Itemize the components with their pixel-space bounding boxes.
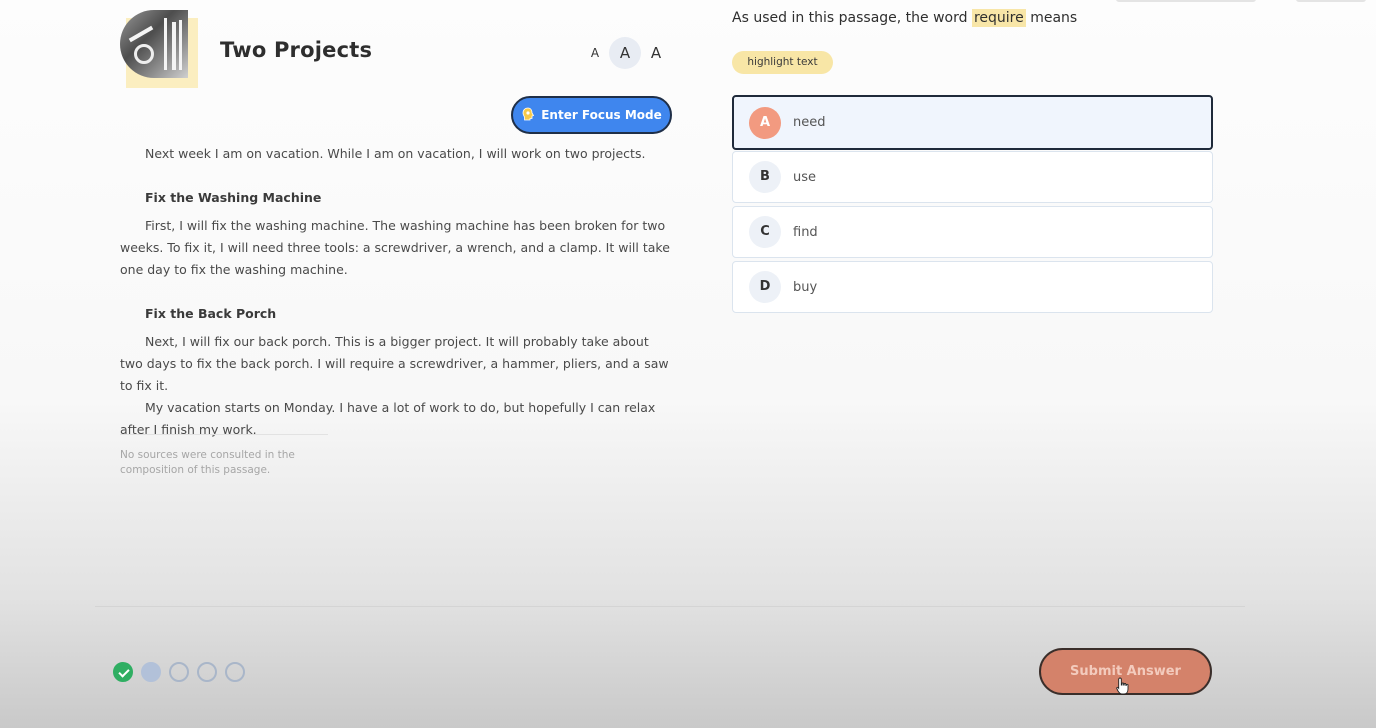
choice-c[interactable]: C find	[732, 206, 1213, 258]
choice-text: use	[793, 169, 817, 185]
passage-intro: Next week I am on vacation. While I am o…	[145, 146, 646, 161]
enter-focus-mode-button[interactable]: Enter Focus Mode	[511, 96, 672, 134]
footer-divider	[95, 606, 1245, 607]
progress-dot-pending[interactable]	[225, 662, 245, 682]
section-body-washing-machine: First, I will fix the washing machine. T…	[120, 218, 670, 277]
progress-dot-pending[interactable]	[197, 662, 217, 682]
choice-a[interactable]: A need	[732, 95, 1213, 150]
choice-letter: B	[749, 161, 781, 193]
progress-dot-pending[interactable]	[169, 662, 189, 682]
question-prefix: As used in this passage, the word	[732, 10, 972, 26]
enter-focus-mode-label: Enter Focus Mode	[541, 108, 662, 122]
font-size-large-button[interactable]: A	[645, 37, 667, 69]
progress-dot-current[interactable]	[141, 662, 161, 682]
choice-letter: A	[749, 106, 781, 139]
tools-image	[120, 10, 188, 78]
choice-text: need	[793, 115, 826, 130]
font-size-medium-button[interactable]: A	[609, 37, 641, 69]
passage-thumbnail	[120, 10, 198, 88]
source-divider	[120, 434, 328, 435]
top-cutoff-text	[1116, 0, 1376, 4]
choice-text: buy	[793, 279, 818, 295]
section-body-back-porch: Next, I will fix our back porch. This is…	[120, 334, 669, 393]
passage-body: Next week I am on vacation. While I am o…	[120, 143, 670, 441]
highlight-text-button[interactable]: highlight text	[732, 51, 833, 74]
question-suffix: means	[1025, 10, 1078, 26]
font-size-controls: A A A	[585, 37, 675, 69]
choice-text: find	[793, 224, 818, 240]
choice-letter: D	[749, 271, 781, 303]
section-heading-back-porch: Fix the Back Porch	[145, 306, 277, 321]
answer-choices: A need B use C find D buy	[732, 95, 1213, 316]
choice-b[interactable]: B use	[732, 151, 1213, 203]
font-size-small-button[interactable]: A	[585, 37, 605, 69]
question-prompt: As used in this passage, the word requir…	[732, 9, 1078, 27]
highlighted-word: require	[971, 9, 1026, 27]
hand-pointer-icon	[1116, 677, 1129, 695]
choice-letter: C	[749, 216, 781, 248]
progress-dot-complete[interactable]	[113, 662, 133, 682]
choice-d[interactable]: D buy	[732, 261, 1213, 313]
section-heading-washing-machine: Fix the Washing Machine	[145, 190, 322, 205]
question-progress	[113, 662, 245, 684]
source-note: No sources were consulted in the composi…	[120, 449, 295, 476]
head-lightbulb-icon	[522, 107, 535, 121]
passage-title: Two Projects	[220, 38, 373, 62]
